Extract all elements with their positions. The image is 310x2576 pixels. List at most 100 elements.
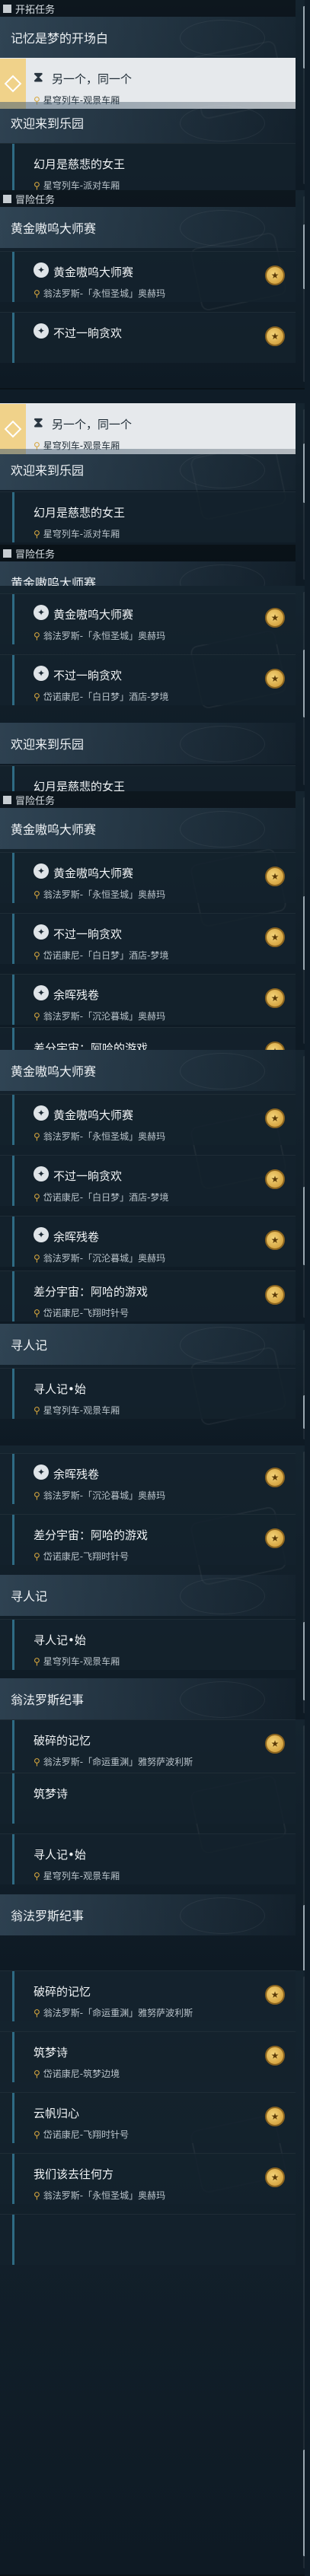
quest-title: 另一个，同一个 <box>52 418 133 431</box>
scrollbar[interactable] <box>303 1330 305 1439</box>
quest-item[interactable]: ✦ 不过一晌贪欢 ⚲ 岱诺康尼-「白日梦」酒店-梦境 ★ <box>0 913 296 964</box>
quest-item[interactable]: 寻人记•始 ⚲ 星穹列车-观景车厢 <box>0 1368 296 1419</box>
scrollbar[interactable] <box>303 6 305 184</box>
quest-item[interactable]: 差分宇宙：阿哈的游戏 ★ <box>0 1027 296 1050</box>
section-label: 开拓任务 <box>15 4 56 16</box>
quest-item[interactable]: ✦ 余晖残卷 ⚲ 翁法罗斯-「沉沦暮城」奥赫玛 ★ <box>0 1216 296 1267</box>
quest-item[interactable]: 幻月是慈悲的女王⚲星穹列车-派对车厢 <box>0 143 296 191</box>
task-type-icon: ✦ <box>34 262 49 278</box>
quest-title: 余晖残卷 <box>53 988 100 1002</box>
quest-item[interactable]: 筑梦诗 <box>0 1773 296 1824</box>
quest-rail <box>12 766 14 791</box>
scrollbar[interactable] <box>303 196 305 382</box>
section-label: 冒险任务 <box>15 795 56 807</box>
quest-location: ⚲ 翁法罗斯-「永恒圣城」奥赫玛 <box>34 888 165 901</box>
quest-rail <box>12 1620 14 1670</box>
quest-group-header[interactable]: 寻人记 <box>0 1575 296 1616</box>
map-pin-icon: ⚲ <box>34 1011 40 1022</box>
quest-item[interactable]: 差分宇宙：阿哈的游戏 ⚲ 岱诺康尼-飞翔时针号 ★ <box>0 1271 296 1321</box>
quest-rail <box>12 252 14 302</box>
quest-item[interactable]: 云帆归心 ⚲ 岱诺康尼-飞翔时针号 ★ <box>0 2092 296 2143</box>
quest-item[interactable]: 寻人记•始 ⚲ 星穹列车-观景车厢 <box>0 1833 296 1884</box>
quest-rail <box>12 1971 14 2021</box>
quest-item[interactable]: ✦ 黄金嗷呜大师赛 ⚲ 翁法罗斯-「永恒圣城」奥赫玛 ★ <box>0 251 296 302</box>
quest-title: 寻人记•始 <box>34 1848 86 1862</box>
quest-group-header[interactable]: 记忆是梦的开场白 <box>0 17 296 58</box>
scrollbar[interactable] <box>303 1725 305 1970</box>
quest-item[interactable]: ✦ 黄金嗷呜大师赛 ⚲ 翁法罗斯-「永恒圣城」奥赫玛 ★ <box>0 852 296 903</box>
quest-item[interactable]: ✦ 不过一晌贪欢 ★ <box>0 312 296 363</box>
quest-group-header[interactable]: 欢迎来到乐园 <box>0 102 296 143</box>
quest-rail <box>12 914 14 964</box>
scrollbar-thumb[interactable] <box>303 1187 305 1266</box>
quest-title: 黄金嗷呜大师赛 <box>53 867 134 880</box>
quest-list-pane: 破碎的记忆 ⚲ 翁法罗斯-「命运重渊」雅努萨波利斯 ★ 筑梦诗寻人记•始 ⚲ 星穹列车-观景… <box>0 1719 305 1972</box>
quest-item[interactable]: 我们该去往何方 ⚲ 翁法罗斯-「永恒圣城」奥赫玛 ★ <box>0 2153 296 2204</box>
quest-group-header[interactable]: 寻人记 <box>0 1324 296 1365</box>
quest-rail <box>12 2215 14 2265</box>
quest-group-label: 翁法罗斯纪事 <box>11 1693 85 1707</box>
scrollbar-thumb[interactable] <box>303 2450 305 2557</box>
quest-group-header[interactable]: 黄金嗷呜大师赛 <box>0 808 296 849</box>
section-marker-icon <box>3 4 11 13</box>
scrollbar[interactable] <box>303 1977 305 2568</box>
quest-group-header[interactable]: 黄金嗷呜大师赛 <box>0 561 296 586</box>
scrollbar[interactable] <box>303 409 305 580</box>
scrollbar[interactable] <box>303 1056 305 1318</box>
scrollbar-thumb[interactable] <box>303 650 305 718</box>
quest-item[interactable]: 差分宇宙：阿哈的游戏 ⚲ 岱诺康尼-飞翔时针号 ★ <box>0 1514 296 1565</box>
quest-item[interactable]: ⧗ 另一个，同一个 ⚲ 星穹列车-观景车厢 <box>0 58 296 109</box>
quest-group-header[interactable]: 翁法罗斯纪事 <box>0 1894 296 1935</box>
quest-item[interactable]: 破碎的记忆 ⚲ 翁法罗斯-「命运重渊」雅努萨波利斯 ★ <box>0 1970 296 2021</box>
scrollbar-thumb[interactable] <box>303 224 305 289</box>
quest-item[interactable]: 寻人记•始 ⚲ 星穹列车-观景车厢 <box>0 1619 296 1670</box>
quest-item[interactable]: ✦ 黄金嗷呜大师赛 ⚲ 翁法罗斯-「永恒圣城」奥赫玛 ★ <box>0 593 296 644</box>
scrollbar[interactable] <box>303 592 305 785</box>
quest-group-label: 寻人记 <box>11 1589 48 1604</box>
quest-item[interactable] <box>0 2214 296 2265</box>
quest-item[interactable]: ✦ 余晖残卷 ⚲ 翁法罗斯-「沉沦暮城」奥赫玛 ★ <box>0 974 296 1025</box>
quest-location: ⚲ 翁法罗斯-「永恒圣城」奥赫玛 <box>34 2189 165 2202</box>
quest-location-text: 翁法罗斯-「沉沦暮城」奥赫玛 <box>43 1253 166 1264</box>
quest-item[interactable]: ⧗ 另一个，同一个 ⚲ 星穹列车-观景车厢 <box>0 403 296 454</box>
quest-rail <box>12 1095 14 1145</box>
quest-group-header[interactable]: 黄金嗷呜大师赛 <box>0 1050 296 1091</box>
quest-location-text: 翁法罗斯-「沉沦暮城」奥赫玛 <box>43 1490 166 1501</box>
quest-rail <box>12 655 14 705</box>
quest-item[interactable]: 筑梦诗 ⚲ 岱诺康尼-筑梦边境 ★ <box>0 2031 296 2082</box>
quest-item[interactable]: 幻月是慈悲的女王⚲星穹列车-派对车厢 <box>0 491 296 542</box>
quest-group-label: 黄金嗷呜大师赛 <box>11 822 97 837</box>
quest-item[interactable]: ✦ 黄金嗷呜大师赛 ⚲ 翁法罗斯-「永恒圣城」奥赫玛 ★ <box>0 1094 296 1145</box>
quest-item[interactable]: ✦ 不过一晌贪欢 ⚲ 岱诺康尼-「白日梦」酒店-梦境 ★ <box>0 654 296 705</box>
quest-item[interactable]: ✦ 余晖残卷 ⚲ 翁法罗斯-「沉沦暮城」奥赫玛 ★ <box>0 1453 296 1504</box>
quest-location-text: 翁法罗斯-「沉沦暮城」奥赫玛 <box>43 1011 166 1022</box>
quest-list-pane: 冒险任务 黄金嗷呜大师赛 ✦ 黄金嗷呜大师赛 ⚲ 翁法罗斯-「永恒圣城」奥赫玛 ★ ✦ 不过一晌… <box>0 791 305 1051</box>
quest-group-header[interactable]: 欢迎来到乐园 <box>0 723 296 764</box>
reward-coin-icon: ★ <box>265 266 285 285</box>
quest-group-header[interactable]: 翁法罗斯纪事 <box>0 1678 296 1719</box>
scrollbar[interactable] <box>303 1452 305 1713</box>
quest-group-header[interactable]: 黄金嗷呜大师赛 <box>0 207 296 248</box>
quest-location-text: 岱诺康尼-「白日梦」酒店-梦境 <box>43 692 169 702</box>
scrollbar-thumb[interactable] <box>303 443 305 504</box>
scrollbar-thumb[interactable] <box>303 1621 305 1700</box>
quest-item[interactable]: ✦ 不过一晌贪欢 ⚲ 岱诺康尼-「白日梦」酒店-梦境 ★ <box>0 1155 296 1206</box>
scrollbar-thumb[interactable] <box>303 6 305 68</box>
task-type-icon: ✦ <box>34 924 49 940</box>
scrollbar[interactable] <box>303 797 305 1044</box>
section-label: 冒险任务 <box>15 194 56 206</box>
map-pin-icon: ⚲ <box>34 1551 40 1562</box>
hourglass-icon: ⧗ <box>34 69 43 85</box>
quest-item[interactable]: 破碎的记忆 ⚲ 翁法罗斯-「命运重渊」雅努萨波利斯 ★ <box>0 1719 296 1770</box>
scrollbar-thumb[interactable] <box>303 1395 305 1429</box>
quest-item[interactable]: 幻月是慈悲的女王⚲星穹列车-派对车厢 <box>0 765 296 791</box>
section-header: 冒险任务 <box>0 190 296 207</box>
map-pin-icon: ⚲ <box>34 1405 40 1416</box>
quest-group-header[interactable]: 欢迎来到乐园 <box>0 449 296 490</box>
scrollbar-thumb[interactable] <box>303 895 305 970</box>
scrollbar-thumb[interactable] <box>303 1904 305 1970</box>
quest-list-pane: 破碎的记忆 ⚲ 翁法罗斯-「命运重渊」雅努萨波利斯 ★ 筑梦诗 ⚲ 岱诺康尼-筑梦边境 ★ 云帆… <box>0 1970 305 2576</box>
quest-location-text: 星穹列车-派对车厢 <box>43 180 120 191</box>
map-pin-icon: ⚲ <box>34 180 40 191</box>
quest-location: ⚲ 岱诺康尼-筑梦边境 <box>34 2067 120 2080</box>
